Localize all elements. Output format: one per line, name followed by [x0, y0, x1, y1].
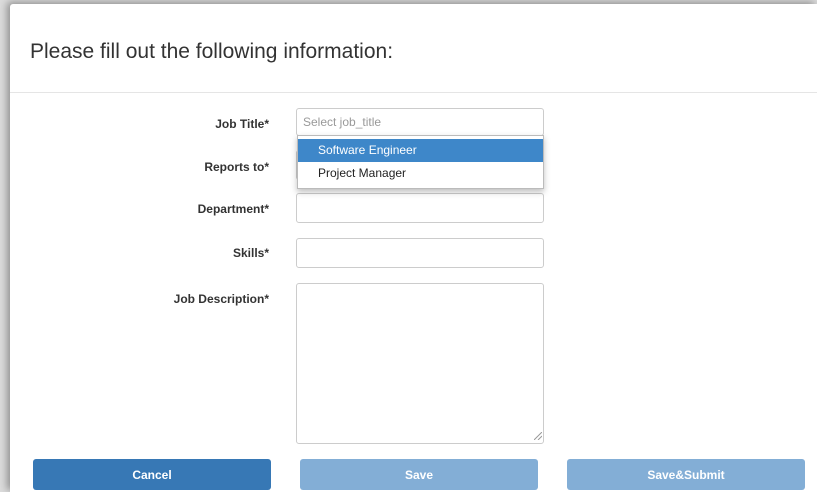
dialog-header: Please fill out the following informatio…	[10, 4, 817, 93]
skills-field[interactable]	[296, 238, 544, 268]
reports-to-label: Reports to*	[204, 160, 269, 174]
cancel-button[interactable]: Cancel	[33, 459, 271, 490]
page-title: Please fill out the following informatio…	[30, 40, 394, 63]
job-title-select[interactable]	[296, 108, 544, 136]
dropdown-option-project-manager[interactable]: Project Manager	[298, 162, 543, 185]
skills-label: Skills*	[232, 246, 269, 260]
dropdown-option-software-engineer[interactable]: Software Engineer	[298, 139, 543, 162]
department-field[interactable]	[296, 193, 544, 223]
save-submit-button[interactable]: Save&Submit	[567, 459, 805, 490]
job-description-textarea[interactable]	[296, 283, 544, 444]
job-title-label: Job Title*	[215, 117, 269, 131]
department-label: Department*	[197, 202, 269, 216]
job-title-dropdown: Software Engineer Project Manager	[297, 135, 544, 189]
save-button[interactable]: Save	[300, 459, 538, 490]
job-description-label: Job Description*	[173, 292, 269, 306]
form-dialog: Please fill out the following informatio…	[10, 4, 817, 492]
